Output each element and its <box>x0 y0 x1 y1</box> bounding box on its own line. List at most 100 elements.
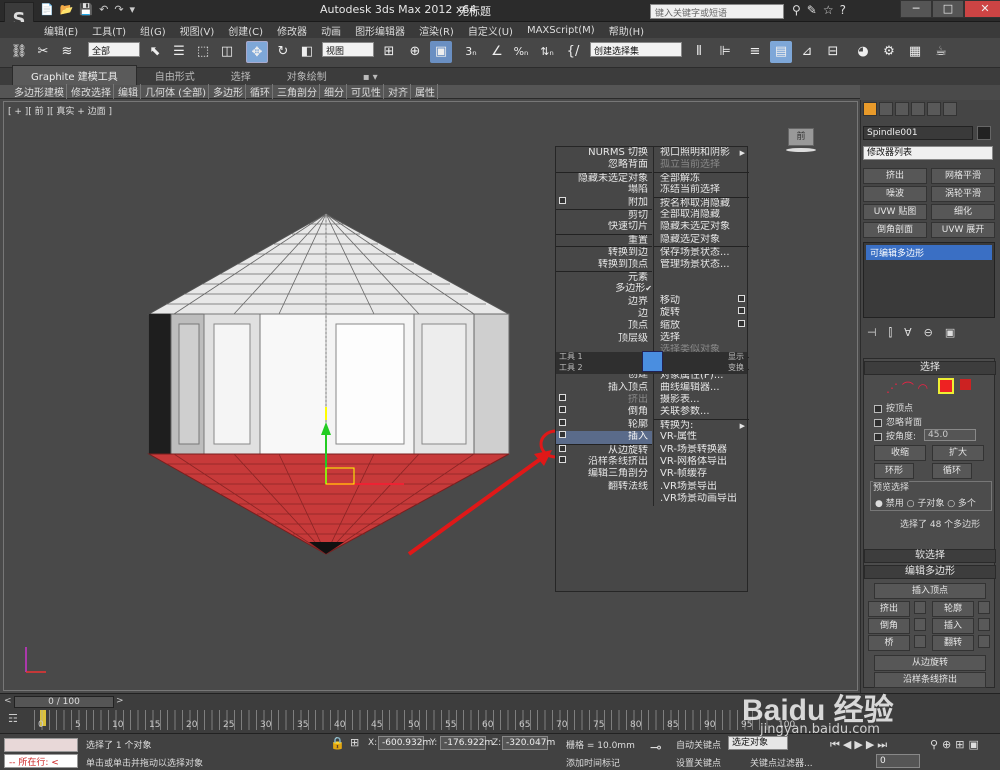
menu-create[interactable]: 创建(C) <box>228 23 263 38</box>
quad-right-item[interactable]: VR-场景转换器 <box>654 444 749 456</box>
keyboard-shortcut-icon[interactable]: ▣ <box>430 41 452 63</box>
utilities-tab-icon[interactable] <box>943 102 957 116</box>
polygon-mode-icon[interactable] <box>938 378 954 394</box>
qat-dropdown-icon[interactable]: ▾ <box>130 3 136 19</box>
quad-right-item[interactable]: VR-属性 <box>654 431 749 443</box>
menu-modifiers[interactable]: 修改器 <box>277 23 307 38</box>
link-icon[interactable]: ⛓ <box>8 41 30 63</box>
spinner-snap-icon[interactable]: ⇅ₙ <box>536 41 558 63</box>
save-icon[interactable]: 💾 <box>79 3 93 19</box>
settings-box-icon[interactable] <box>559 394 566 402</box>
settings-box-icon[interactable] <box>559 418 566 426</box>
modifier-button[interactable]: 倒角剖面 <box>863 222 927 238</box>
edit-poly-button[interactable]: 插入 <box>932 618 974 634</box>
angle-snap-icon[interactable]: ∠ <box>486 41 508 63</box>
y-coord-field[interactable]: -176.922m <box>440 736 493 750</box>
current-frame-field[interactable]: 0 <box>876 754 920 768</box>
quad-left-item[interactable]: 插入顶点 <box>556 382 652 394</box>
menu-group[interactable]: 组(G) <box>140 23 166 38</box>
x-coord-field[interactable]: -600.932m <box>378 736 431 750</box>
snap-toggle-icon[interactable]: 3ₙ <box>460 41 482 63</box>
maxscript-listener[interactable] <box>4 738 78 752</box>
quad-left-item[interactable]: 轮廓 <box>556 418 652 431</box>
quad-right-item[interactable]: .VR场景动画导出 <box>654 493 749 505</box>
quad-left-item[interactable]: 沿样条线挤出 <box>556 455 652 468</box>
quad-right-item[interactable]: .VR场景导出 <box>654 481 749 493</box>
redo-icon[interactable]: ↷ <box>114 3 123 19</box>
open-file-icon[interactable]: 📂 <box>60 3 74 19</box>
quad-left-item[interactable]: 重置 <box>556 233 652 246</box>
quad-right-item[interactable]: 关联参数... <box>654 406 749 418</box>
quad-left-item[interactable]: 倒角 <box>556 406 652 418</box>
menu-maxscript[interactable]: MAXScript(M) <box>527 25 595 36</box>
ring-button[interactable]: 环形 <box>874 463 914 479</box>
menu-help[interactable]: 帮助(H) <box>609 23 644 38</box>
settings-box-icon[interactable] <box>559 431 566 439</box>
time-slider[interactable]: 0 / 100 <box>14 696 114 708</box>
quad-right-item[interactable]: 缩放 <box>654 319 749 332</box>
quad-right-item[interactable]: 管理场景状态... <box>654 259 749 271</box>
ribbon-loops[interactable]: 循环 <box>248 84 273 99</box>
menu-views[interactable]: 视图(V) <box>180 23 215 38</box>
menu-graph-editors[interactable]: 图形编辑器 <box>355 23 405 38</box>
quad-right-item[interactable]: 视口照明和阴影 ▶ <box>654 147 749 159</box>
percent-snap-icon[interactable]: %ₙ <box>510 41 532 63</box>
preview-options[interactable]: ● 禁用 ○ 子对象 ○ 多个 <box>875 496 976 509</box>
absolute-mode-icon[interactable]: ⊞ <box>350 736 359 749</box>
quad-left-item[interactable]: 快速切片 <box>556 221 652 233</box>
quad-right-item[interactable]: 保存场景状态... <box>654 246 749 258</box>
viewport-nav-icons[interactable]: ⚲⊕⊞▣ <box>930 738 983 751</box>
ribbon-tris[interactable]: 三角剖分 <box>275 84 320 99</box>
quad-right-item[interactable]: 隐藏选定对象 <box>654 234 749 246</box>
mirror-icon[interactable]: ⫴ <box>688 41 710 63</box>
quad-left-item[interactable]: 从边旋转 <box>556 443 652 456</box>
subobject-icons[interactable]: ⋰ ⌒ ◠ <box>886 379 928 396</box>
edit-poly-button[interactable]: 翻转 <box>932 635 974 651</box>
stack-tools-icons[interactable]: ⊣⫿∀⊖▣ <box>867 326 967 340</box>
select-move-icon[interactable]: ✥ <box>246 41 268 63</box>
select-manipulate-icon[interactable]: ⊕ <box>404 41 426 63</box>
minimize-button[interactable]: ─ <box>900 0 932 18</box>
quad-right-item[interactable]: VR-网格体导出 <box>654 456 749 468</box>
ref-coord-select[interactable]: 视图 <box>322 42 374 57</box>
quad-left-item[interactable]: 转换到顶点 <box>556 259 652 271</box>
z-coord-field[interactable]: -320.047m <box>502 736 555 750</box>
ribbon-visibility[interactable]: 可见性 <box>349 84 384 99</box>
quad-right-item[interactable]: VR-帧缓存 <box>654 468 749 480</box>
select-scale-icon[interactable]: ◧ <box>296 41 318 63</box>
quad-left-item[interactable]: 塌陷 <box>556 184 652 196</box>
bind-spacewarp-icon[interactable]: ≋ <box>56 41 78 63</box>
curve-editor-icon[interactable]: ⊿ <box>796 41 818 63</box>
grow-button[interactable]: 扩大 <box>932 445 984 461</box>
select-object-icon[interactable]: ⬉ <box>144 41 166 63</box>
modifier-button[interactable]: 网格平滑 <box>931 168 995 184</box>
settings-box-icon[interactable] <box>914 635 926 648</box>
edit-poly-button[interactable]: 倒角 <box>868 618 910 634</box>
quad-left-item[interactable]: 元素 <box>556 270 652 283</box>
rendered-frame-icon[interactable]: ▦ <box>904 41 926 63</box>
edit-named-sel-icon[interactable]: {/ <box>562 41 584 63</box>
menu-animation[interactable]: 动画 <box>321 23 341 38</box>
quad-left-item[interactable]: 边界 <box>556 296 652 308</box>
graphite-toggle-icon[interactable]: ▤ <box>770 41 792 63</box>
selection-rollout-header[interactable]: 选择 <box>864 361 996 375</box>
slider-next-icon[interactable]: > <box>116 696 124 706</box>
edit-polygons-rollout[interactable]: 编辑多边形 <box>864 565 996 579</box>
align-icon[interactable]: ⊫ <box>714 41 736 63</box>
angle-spinner[interactable]: 45.0 <box>924 429 976 441</box>
quad-left-item[interactable]: 剪切 <box>556 208 652 221</box>
edit-poly-button[interactable]: 轮廓 <box>932 601 974 617</box>
object-color-swatch[interactable] <box>977 126 991 140</box>
select-rotate-icon[interactable]: ↻ <box>272 41 294 63</box>
front-viewport[interactable]: [ + ][ 前 ][ 真实 + 边面 ] 前 NURMS 切换 忽略背面 隐藏… <box>3 101 858 691</box>
maximize-button[interactable]: □ <box>932 0 964 18</box>
undo-icon[interactable]: ↶ <box>99 3 108 19</box>
settings-box-icon[interactable] <box>978 635 990 648</box>
set-key-icon[interactable]: ⊸ <box>650 740 662 756</box>
display-tab-icon[interactable] <box>927 102 941 116</box>
material-editor-icon[interactable]: ◕ <box>852 41 874 63</box>
ribbon-options-button[interactable]: ▪ ▾ <box>345 70 396 85</box>
playback-controls[interactable]: ⏮◀▶▶⏭ <box>830 738 890 752</box>
settings-box-icon[interactable] <box>914 618 926 631</box>
quad-right-item[interactable]: 转换为: ▶ <box>654 418 749 431</box>
